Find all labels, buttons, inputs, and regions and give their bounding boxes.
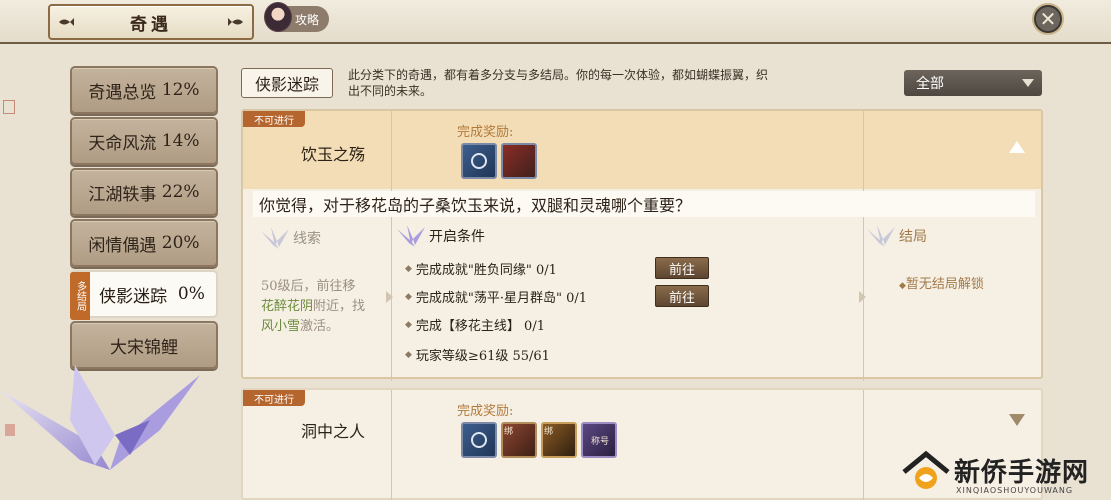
blue-jade-pendant-icon[interactable] (461, 143, 497, 179)
filter-dropdown[interactable]: 全部 (904, 70, 1042, 96)
ending-text-value: 暂无结局解锁 (905, 277, 984, 292)
diamond-bullet-icon: ◆ (405, 319, 412, 330)
collapse-arrow-icon[interactable] (1009, 141, 1025, 153)
menu-item-label: 闲情偶遇 (88, 235, 157, 256)
clue-header: 线索 (261, 227, 321, 249)
condition-text: 玩家等级≥61级 55/61 (415, 349, 550, 364)
menu-item-overview[interactable]: 奇遇总览 12% (70, 66, 218, 114)
adventure-card[interactable]: 不可进行 饮玉之殇 完成奖励: 你觉得，对于移花岛的子桑饮玉来说，双腿和灵魂哪个… (241, 109, 1043, 381)
menu-item-label: 侠影迷踪 (99, 286, 168, 307)
card-title: 洞中之人 (300, 422, 365, 441)
fish-ornament-icon (59, 18, 74, 26)
clue-text: 50级后，前往移 花醉花阴附近，找 风小雪激活。 (261, 277, 387, 337)
diamond-bullet-icon: ◆ (405, 291, 412, 302)
menu-item-percent: 20% (161, 233, 200, 253)
menu-item-anecdotes[interactable]: 江湖轶事 22% (70, 168, 218, 216)
divider (863, 390, 864, 500)
card-title: 饮玉之殇 (300, 145, 365, 164)
paper-crane-small-icon (867, 225, 895, 247)
clue-part: 附近，找 (313, 299, 366, 314)
guide-avatar[interactable] (264, 2, 292, 32)
condition-item: ◆ 玩家等级≥61级 55/61 (405, 345, 550, 364)
close-button[interactable]: ✕ (1032, 3, 1064, 35)
multi-ending-tag: 多结局 (70, 272, 90, 320)
adventure-question: 你觉得，对于移花岛的子桑饮玉来说，双腿和灵魂哪个重要？ (253, 191, 1035, 217)
blue-jade-pendant-icon[interactable] (461, 422, 497, 458)
expand-arrow-icon[interactable] (1009, 414, 1025, 426)
watermark-subtext: XINQIAOSHOUYOUWANG (956, 486, 1074, 495)
condition-text: 完成成就"荡平·星月群岛" 0/1 (415, 291, 588, 306)
ending-title: 结局 (899, 229, 927, 245)
guide-tab-label: 攻略 (295, 12, 320, 27)
diamond-bullet-icon: ◆ (405, 263, 412, 274)
ending-column: 结局 ◆暂无结局解锁 (863, 221, 1041, 373)
status-badge: 不可进行 (243, 390, 305, 406)
paper-crane-icon (0, 365, 200, 470)
menu-item-fate[interactable]: 天命风流 14% (70, 117, 218, 165)
bound-label: 绑 (544, 427, 554, 437)
condition-item: ◆ 完成成就"荡平·星月群岛" 0/1 (405, 287, 587, 306)
menu-item-percent: 22% (161, 182, 200, 202)
close-icon: ✕ (1039, 7, 1057, 31)
bound-red-pouch-icon[interactable]: 绑 (501, 422, 537, 458)
menu-item-label: 天命风流 (88, 133, 157, 154)
reward-label: 完成奖励: (457, 404, 514, 419)
condition-item: ◆ 完成成就"胜负同缘" 0/1 (405, 259, 557, 278)
menu-item-percent: 0% (177, 284, 205, 304)
condition-column: 开启条件 ◆ 完成成就"胜负同缘" 0/1 前往 ◆ 完成成就"荡平·星月群岛" 0… (391, 221, 866, 373)
condition-item: ◆ 完成【移花主线】 0/1 (405, 315, 545, 334)
clue-part: 激活。 (300, 319, 340, 334)
paper-crane-small-icon (261, 227, 289, 249)
red-seal-icon (3, 100, 15, 114)
condition-text: 完成成就"胜负同缘" 0/1 (415, 263, 557, 278)
clue-location: 花醉花阴 (261, 299, 314, 314)
clue-column: 线索 50级后，前往移 花醉花阴附近，找 风小雪激活。 (243, 221, 393, 373)
category-label-text: 侠影迷踪 (254, 75, 319, 94)
title-plate: 奇遇 (48, 4, 254, 40)
go-button[interactable]: 前往 (655, 257, 709, 279)
top-bar: 奇遇 攻略 ✕ (0, 0, 1111, 44)
menu-item-percent: 14% (161, 131, 200, 151)
menu-item-label: 江湖轶事 (88, 184, 157, 205)
bound-gold-ornament-icon[interactable]: 绑 (541, 422, 577, 458)
paper-crane-small-icon (397, 225, 425, 247)
watermark-text: 新侨手游网 (954, 458, 1090, 488)
menu-item-label: 奇遇总览 (88, 82, 157, 103)
diamond-bullet-icon: ◆ (899, 281, 906, 291)
chevron-down-icon (1022, 79, 1034, 87)
clue-title: 线索 (293, 231, 321, 247)
condition-title: 开启条件 (429, 229, 485, 245)
menu-item-hero-shadow[interactable]: 多结局 侠影迷踪 0% (70, 270, 218, 320)
ending-text: ◆暂无结局解锁 (899, 273, 984, 292)
menu-item-label: 大宋锦鲤 (110, 337, 178, 358)
diamond-bullet-icon: ◆ (405, 349, 412, 360)
clue-part: 50级后，前往移 (261, 279, 356, 294)
divider (391, 390, 392, 500)
menu-item-percent: 12% (161, 80, 200, 100)
filter-selected: 全部 (916, 76, 944, 92)
title-label: 称号 (591, 437, 610, 447)
title-plaque-icon[interactable]: 称号 (581, 422, 617, 458)
ending-header: 结局 (867, 225, 927, 247)
condition-text: 完成【移花主线】 0/1 (415, 319, 545, 334)
category-description: 此分类下的奇遇，都有着多分支与多结局。你的每一次体验，都如蝴蝶振翼，织出不同的未… (348, 68, 769, 98)
menu-item-leisure[interactable]: 闲情偶遇 20% (70, 219, 218, 267)
page-title: 奇遇 (130, 14, 172, 35)
reward-label: 完成奖励: (457, 125, 514, 140)
red-scroll-bundle-icon[interactable] (501, 143, 537, 179)
bound-label: 绑 (504, 427, 514, 437)
house-logo-icon (902, 450, 950, 489)
go-button[interactable]: 前往 (655, 285, 709, 307)
status-badge: 不可进行 (243, 111, 305, 127)
watermark: 新侨手游网 XINQIAOSHOUYOUWANG (900, 448, 1111, 500)
clue-npc: 风小雪 (261, 319, 301, 334)
category-label: 侠影迷踪 (241, 68, 333, 98)
fish-ornament-icon (228, 18, 243, 26)
condition-header: 开启条件 (397, 225, 485, 247)
